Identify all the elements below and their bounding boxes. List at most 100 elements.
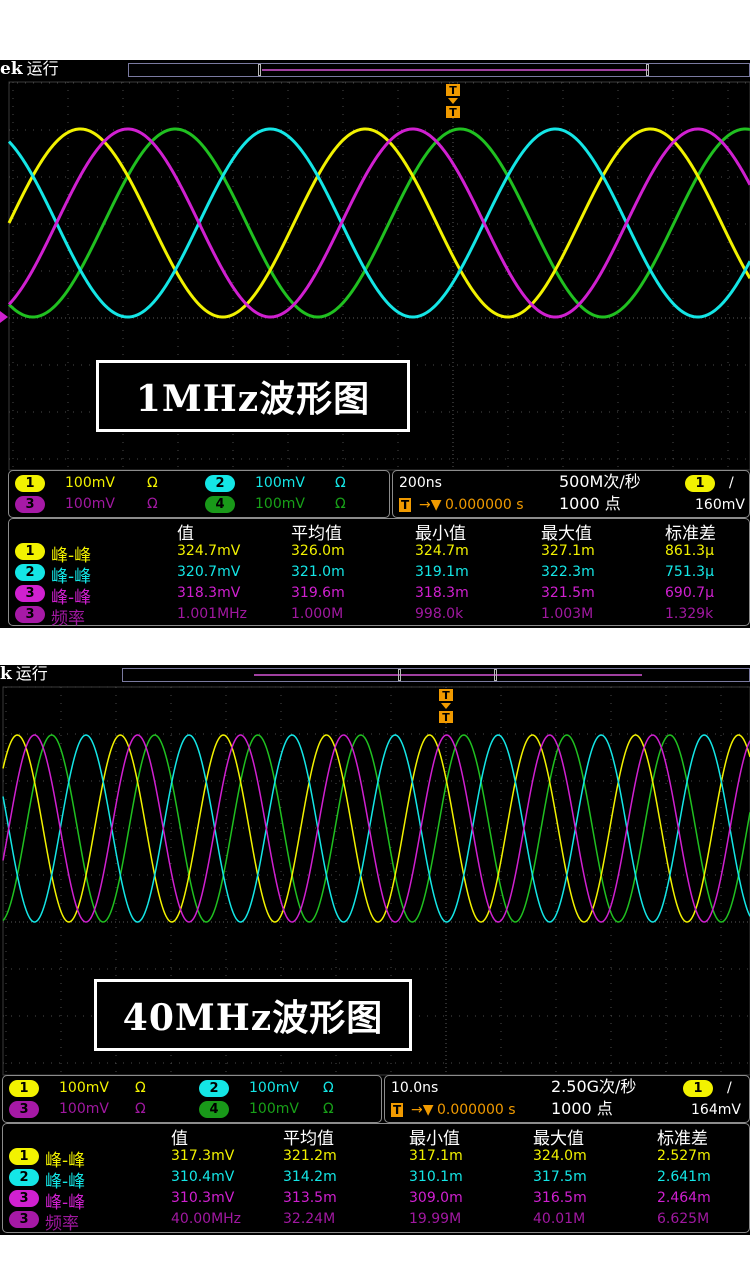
row-channel-chip: 3	[9, 1190, 39, 1207]
channel-4-coupling: Ω	[335, 496, 346, 512]
row-channel-chip: 3	[15, 585, 45, 602]
brand-logo: ek 运行	[0, 60, 59, 79]
trigger-t-icon: T	[399, 498, 412, 512]
channel-3-ground-marker[interactable]	[0, 311, 8, 323]
channel-settings-panel[interactable]: 1 100mV Ω 2 100mV Ω 3 100mV Ω 4 100mV Ω	[2, 1075, 382, 1123]
waveform-display[interactable]: T T	[0, 80, 750, 530]
channel-4-chip[interactable]: 4	[205, 496, 235, 513]
header-value: 值	[177, 524, 194, 544]
header-value: 值	[171, 1129, 188, 1149]
row-max: 321.5m	[541, 585, 595, 601]
row-value: 1.001MHz	[177, 606, 248, 622]
channel-1-chip[interactable]: 1	[9, 1080, 39, 1097]
oscilloscope-screen-1mhz: ek 运行 T T 1MHz波形图 1 100mV Ω 2 100mV Ω 3 1…	[0, 60, 750, 628]
row-channel-chip: 2	[9, 1169, 39, 1186]
channel-3-chip[interactable]: 3	[15, 496, 45, 513]
row-std: 2.464m	[657, 1190, 711, 1206]
row-min: 309.0m	[409, 1190, 463, 1206]
channel-4-scale: 100mV	[249, 1101, 299, 1117]
horizontal-trigger-panel[interactable]: 200ns 500M次/秒 1 / T →▼ 0.000000 s 1000 点 1…	[392, 470, 750, 518]
row-max: 316.5m	[533, 1190, 587, 1206]
row-max: 317.5m	[533, 1169, 587, 1185]
row-min: 319.1m	[415, 564, 469, 580]
trigger-position[interactable]: T →▼ 0.000000 s	[391, 1101, 516, 1119]
channel-4-scale: 100mV	[255, 496, 305, 512]
record-window-indicator	[262, 69, 648, 71]
row-max: 1.003M	[541, 606, 594, 622]
trigger-position-marker[interactable]: T T	[439, 689, 453, 724]
row-std: 690.7μ	[665, 585, 714, 601]
trigger-channel-chip[interactable]: 1	[683, 1080, 713, 1097]
trigger-position-value: 0.000000 s	[437, 1102, 516, 1118]
row-max: 322.3m	[541, 564, 595, 580]
channel-4-chip[interactable]: 4	[199, 1101, 229, 1118]
row-channel-chip: 1	[15, 543, 45, 560]
row-value: 317.3mV	[171, 1148, 235, 1164]
row-channel-chip: 3	[15, 606, 45, 623]
row-mean: 321.0m	[291, 564, 345, 580]
row-mean: 321.2m	[283, 1148, 337, 1164]
header-max: 最大值	[541, 524, 592, 544]
trigger-channel-chip[interactable]: 1	[685, 475, 715, 492]
trigger-t-icon: T	[391, 1103, 404, 1117]
record-length: 1000 点	[551, 1099, 613, 1118]
status-bar: ek 运行	[0, 60, 750, 80]
brand-logo: k 运行	[0, 665, 48, 684]
trigger-position[interactable]: T →▼ 0.000000 s	[399, 496, 524, 514]
row-min: 317.1m	[409, 1148, 463, 1164]
row-std: 751.3μ	[665, 564, 714, 580]
record-window-right-bracket	[494, 669, 497, 681]
waveform-traces	[7, 127, 750, 319]
row-channel-chip: 1	[9, 1148, 39, 1165]
row-max: 324.0m	[533, 1148, 587, 1164]
row-value: 324.7mV	[177, 543, 241, 559]
measurement-table: 值 平均值 最小值 最大值 标准差 1 峰-峰 317.3mV 321.2m 3…	[2, 1123, 750, 1234]
time-per-division: 200ns	[399, 475, 442, 491]
channel-2-chip[interactable]: 2	[205, 475, 235, 492]
channel-3-coupling: Ω	[135, 1101, 146, 1117]
channel-2-scale: 100mV	[255, 475, 305, 491]
waveform-display[interactable]: T T	[0, 685, 750, 1135]
header-std: 标准差	[665, 524, 716, 544]
run-status: 运行	[26, 60, 59, 78]
trigger-level: 160mV	[695, 497, 745, 513]
channel-4-coupling: Ω	[323, 1101, 334, 1117]
row-value: 310.3mV	[171, 1190, 235, 1206]
trigger-marker-label: T	[449, 84, 457, 97]
header-max: 最大值	[533, 1129, 584, 1149]
waveform-caption: 40MHz波形图	[94, 979, 412, 1051]
time-per-division: 10.0ns	[391, 1080, 439, 1096]
horizontal-trigger-panel[interactable]: 10.0ns 2.50G次/秒 1 / T →▼ 0.000000 s 1000 点…	[384, 1075, 750, 1123]
header-mean: 平均值	[283, 1129, 334, 1149]
row-value: 40.00MHz	[171, 1211, 242, 1227]
waveform-caption: 1MHz波形图	[96, 360, 410, 432]
sample-rate: 500M次/秒	[559, 472, 641, 491]
arrow-down-icon: →▼	[411, 1102, 434, 1118]
row-min: 998.0k	[415, 606, 464, 622]
channel-2-coupling: Ω	[335, 475, 346, 491]
row-name: 频率	[45, 1214, 79, 1234]
record-length: 1000 点	[559, 494, 621, 513]
channel-1-scale: 100mV	[59, 1080, 109, 1096]
channel-3-chip[interactable]: 3	[9, 1101, 39, 1118]
channel-2-coupling: Ω	[323, 1080, 334, 1096]
record-window-right-bracket	[646, 64, 649, 76]
channel-1-coupling: Ω	[135, 1080, 146, 1096]
channel-1-chip[interactable]: 1	[15, 475, 45, 492]
row-max: 327.1m	[541, 543, 595, 559]
row-value: 310.4mV	[171, 1169, 235, 1185]
channel-settings-panel[interactable]: 1 100mV Ω 2 100mV Ω 3 100mV Ω 4 100mV Ω	[8, 470, 390, 518]
channel-3-coupling: Ω	[147, 496, 158, 512]
header-min: 最小值	[415, 524, 466, 544]
header-mean: 平均值	[291, 524, 342, 544]
row-std: 1.329k	[665, 606, 714, 622]
row-channel-chip: 2	[15, 564, 45, 581]
record-window-left-bracket	[258, 64, 261, 76]
row-channel-chip: 3	[9, 1211, 39, 1228]
trigger-position-marker[interactable]: T T	[446, 84, 460, 119]
arrow-down-icon: →▼	[419, 497, 442, 513]
trigger-marker-label: T	[449, 106, 457, 119]
channel-2-chip[interactable]: 2	[199, 1080, 229, 1097]
row-value: 320.7mV	[177, 564, 241, 580]
row-mean: 314.2m	[283, 1169, 337, 1185]
